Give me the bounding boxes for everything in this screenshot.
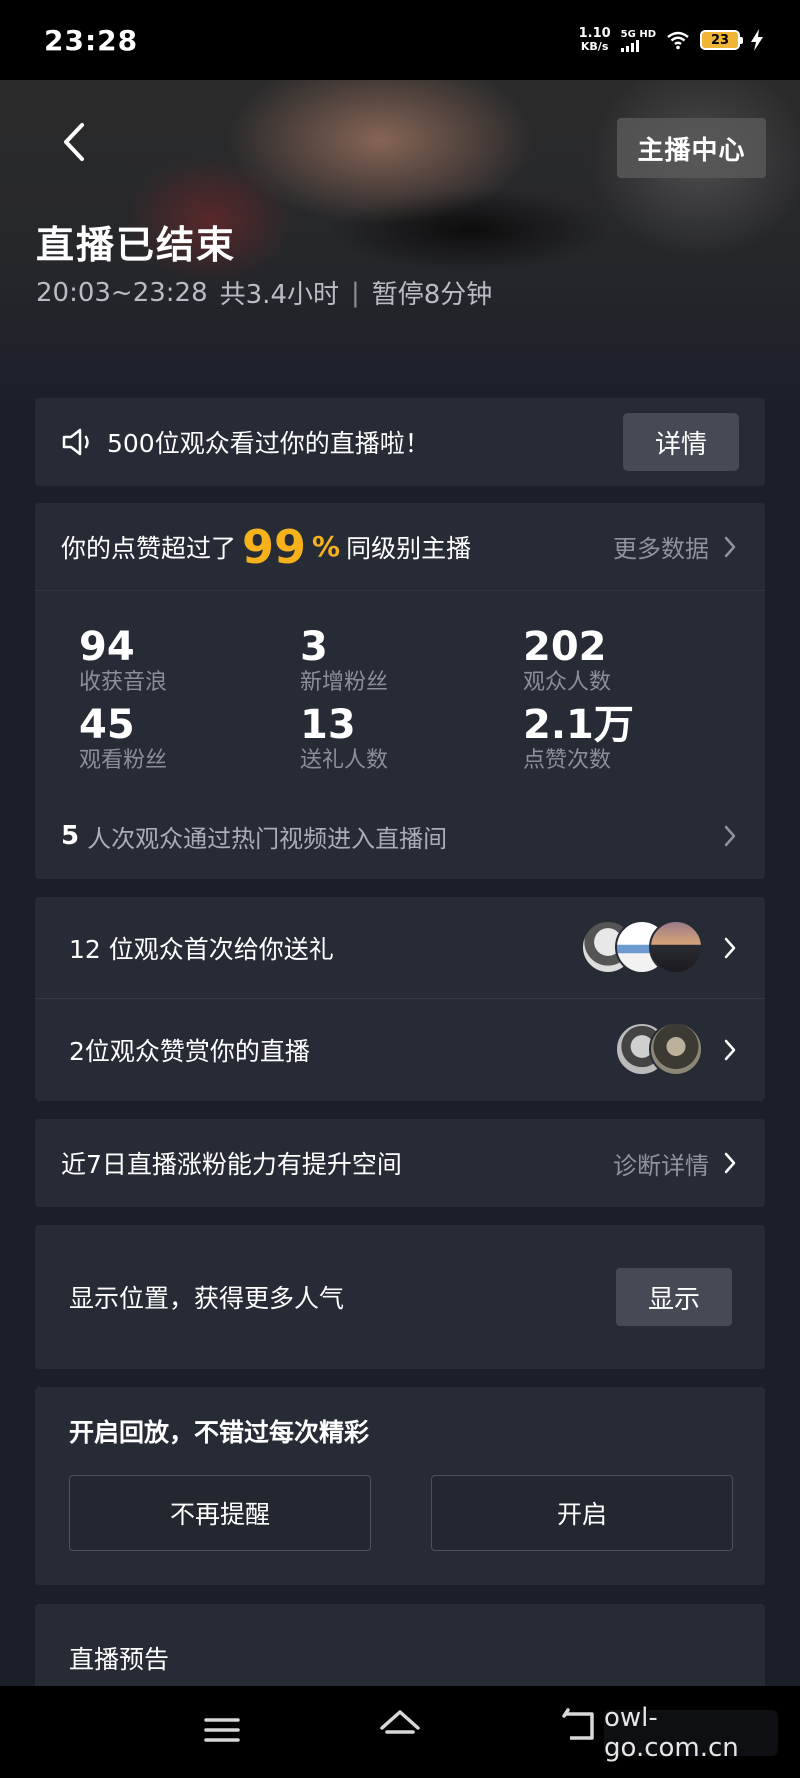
fan-growth-text: 近7日直播涨粉能力有提升空间 (61, 1150, 402, 1179)
menu-icon[interactable] (204, 1716, 240, 1744)
status-icons: 1.10 KB/s 5G HD 23 (579, 27, 764, 53)
meta-separator: | (351, 277, 360, 308)
chevron-right-icon (724, 1039, 736, 1060)
likes-ranking-suffix: 同级别主播 (346, 533, 472, 563)
network-speed: 1.10 KB/s (579, 27, 611, 53)
avatar (649, 1021, 703, 1076)
back-button[interactable] (56, 120, 92, 164)
signal-label: 5G HD (620, 28, 656, 40)
show-location-button[interactable]: 显示 (616, 1268, 732, 1326)
fan-growth-card[interactable]: 近7日直播涨粉能力有提升空间 诊断详情 (35, 1119, 765, 1207)
hot-video-entry-row[interactable]: 5 人次观众通过热门视频进入直播间 (61, 809, 737, 863)
likes-ranking-percent: 99 (242, 519, 307, 574)
show-location-text: 显示位置，获得更多人气 (69, 1284, 345, 1313)
live-preview-title: 直播预告 (69, 1645, 170, 1674)
live-meta: 20:03~23:28 共3.4小时 | 暂停8分钟 (36, 274, 492, 311)
battery-icon: 23 (700, 30, 743, 50)
charging-icon (751, 29, 763, 51)
chevron-right-icon (724, 536, 736, 557)
percent-sign: % (312, 530, 341, 563)
status-bar: 23:28 1.10 KB/s 5G HD 23 (0, 0, 800, 80)
status-time: 23:28 (44, 23, 139, 57)
stat-value: 13 (300, 702, 356, 748)
signal-icon: 5G HD (620, 28, 656, 52)
wifi-icon (667, 31, 689, 50)
show-location-card: 显示位置，获得更多人气 显示 (35, 1225, 765, 1369)
stat-gifters: 13 送礼人数 (300, 703, 388, 775)
chevron-left-icon (64, 123, 84, 161)
replay-title: 开启回放，不错过每次精彩 (69, 1418, 370, 1447)
stat-new-fans: 3 新增粉丝 (300, 625, 388, 697)
gifter-avatars (581, 919, 705, 976)
live-duration: 共3.4小时 (219, 280, 339, 310)
stat-label: 观众人数 (523, 670, 612, 695)
stat-value: 94 (79, 624, 135, 670)
page-title: 直播已结束 (36, 223, 237, 267)
back-icon[interactable] (560, 1708, 596, 1744)
stat-label: 观看粉丝 (79, 748, 168, 773)
stat-label: 点赞次数 (523, 748, 612, 773)
stat-value: 2.1万 (523, 702, 634, 748)
chevron-right-icon (724, 1152, 736, 1174)
dismiss-reminder-button[interactable]: 不再提醒 (69, 1475, 371, 1551)
stat-label: 送礼人数 (300, 748, 389, 773)
reward-text: 2位观众赞赏你的直播 (69, 1036, 310, 1066)
reward-row[interactable]: 2位观众赞赏你的直播 (35, 999, 765, 1100)
details-button[interactable]: 详情 (623, 413, 739, 471)
live-paused: 暂停8分钟 (371, 280, 493, 310)
more-data-link[interactable]: 更多数据 (613, 529, 709, 564)
gifts-card: 12 位观众首次给你送礼 2位观众赞赏你的直播 (35, 897, 765, 1101)
network-speed-value: 1.10 (578, 26, 611, 41)
viewers-notice-card: 500位观众看过你的直播啦！ 详情 (35, 398, 765, 486)
stat-likes: 2.1万 点赞次数 (523, 703, 634, 775)
battery-level: 23 (710, 32, 730, 48)
anchor-center-button[interactable]: 主播中心 (617, 118, 766, 178)
watermark: owl-go.com.cn (604, 1703, 778, 1763)
live-time-range: 20:03~23:28 (36, 277, 208, 308)
first-gift-text: 12 位观众首次给你送礼 (69, 934, 334, 964)
home-icon[interactable] (378, 1708, 422, 1748)
speaker-icon (62, 428, 89, 456)
chevron-right-icon (724, 825, 736, 847)
viewers-notice-text: 500位观众看过你的直播啦！ (107, 429, 430, 458)
stat-sound-waves: 94 收获音浪 (79, 625, 167, 697)
stats-card: 你的点赞超过了 99 % 同级别主播 更多数据 94 收获音浪 3 新增粉丝 2… (35, 503, 765, 879)
stat-value: 202 (523, 624, 607, 670)
enable-replay-button[interactable]: 开启 (431, 1475, 733, 1551)
stat-viewers: 202 观众人数 (523, 625, 611, 697)
replay-card: 开启回放，不错过每次精彩 不再提醒 开启 (35, 1387, 765, 1585)
stat-value: 45 (79, 702, 135, 748)
hot-video-text: 人次观众通过热门视频进入直播间 (87, 824, 448, 853)
reward-avatars (615, 1021, 705, 1078)
stat-value: 3 (300, 624, 328, 670)
stat-watching-fans: 45 观看粉丝 (79, 703, 167, 775)
network-speed-unit: KB/s (580, 40, 609, 53)
chevron-right-icon (724, 937, 736, 958)
hot-video-count: 5 (61, 821, 80, 851)
first-gift-row[interactable]: 12 位观众首次给你送礼 (35, 897, 765, 998)
likes-ranking-prefix: 你的点赞超过了 (61, 533, 237, 563)
stat-label: 收获音浪 (79, 670, 168, 695)
avatar (649, 919, 703, 974)
stat-label: 新增粉丝 (300, 670, 389, 695)
likes-ranking-row[interactable]: 你的点赞超过了 99 % 同级别主播 更多数据 (35, 503, 765, 591)
diagnose-details-link[interactable]: 诊断详情 (613, 1146, 709, 1181)
